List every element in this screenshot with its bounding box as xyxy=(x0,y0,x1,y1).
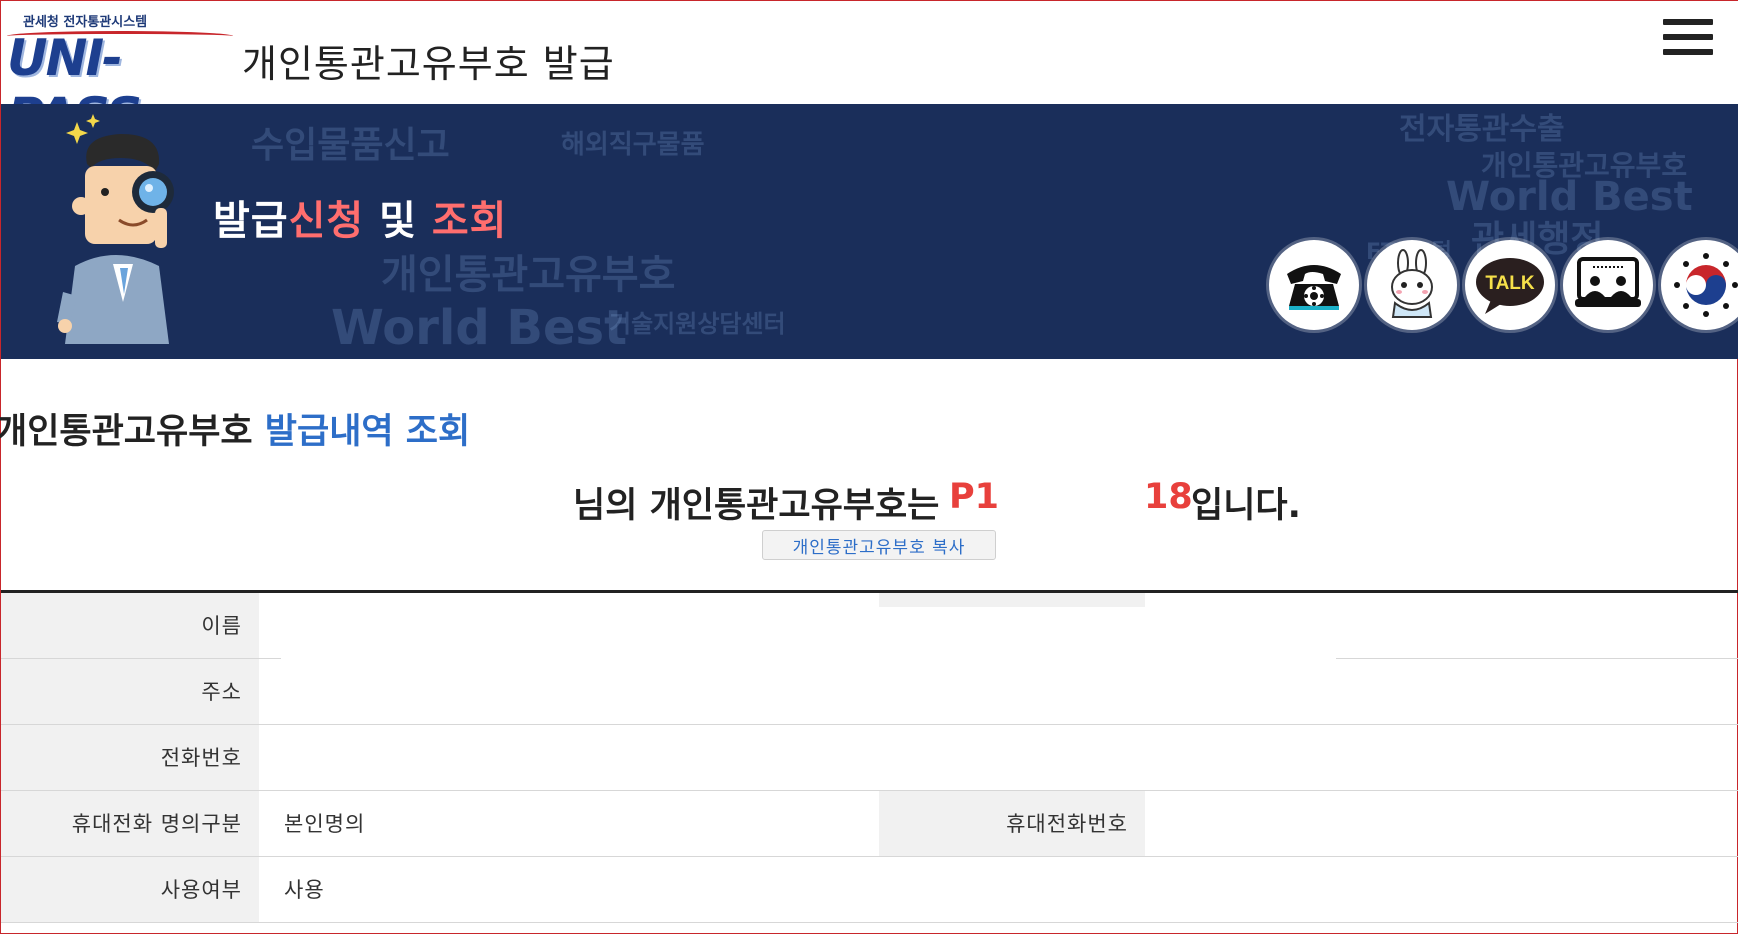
remote-support-button[interactable] xyxy=(1563,240,1653,330)
label-mobile-ownership: 휴대전화 명의구분 xyxy=(1,791,259,856)
remote-support-icon xyxy=(1575,257,1641,307)
menu-bar-bottom xyxy=(1663,49,1713,55)
table-row-mobile-ownership: 휴대전화 명의구분 본인명의 휴대전화번호 xyxy=(1,791,1738,857)
kakaotalk-button[interactable]: TALK xyxy=(1465,240,1555,330)
government-emblem-icon xyxy=(1674,253,1738,317)
banner-title-part2: 신청 xyxy=(288,198,365,244)
kakaotalk-label: TALK xyxy=(1485,273,1535,294)
menu-bar-middle xyxy=(1663,34,1713,40)
chatbot-rabbit-icon xyxy=(1391,249,1433,318)
label-phone: 전화번호 xyxy=(1,725,259,790)
bg-word: 해외직구물품 xyxy=(561,130,705,160)
unipass-logo[interactable]: 관세청 전자통관시스템 UNI-PASS xyxy=(7,9,233,145)
bg-word: 수입물품신고 xyxy=(251,125,450,166)
banner-title-part3: 및 xyxy=(364,198,432,244)
result-line: 님의 개인통관고유부호는 P1 18 입니다. xyxy=(1,477,1738,527)
label-name: 이름 xyxy=(1,593,259,658)
telephone-icon xyxy=(1287,265,1341,310)
customs-code-end: 18 xyxy=(1144,477,1193,517)
kakaotalk-icon: TALK xyxy=(1476,258,1544,314)
customs-code-start: P1 xyxy=(949,477,1000,517)
banner-title-part4: 조회 xyxy=(431,198,508,244)
page-frame: 관세청 전자통관시스템 UNI-PASS 개인통관고유부호 발급 수입물품신고 … xyxy=(0,0,1738,934)
phone-button[interactable] xyxy=(1269,240,1359,330)
hamburger-menu-icon[interactable] xyxy=(1663,19,1713,65)
chatbot-button[interactable] xyxy=(1367,240,1457,330)
banner: 수입물품신고 해외직구물품 개인통관고유부호 World Best 기술지원상담… xyxy=(1,104,1738,359)
government-button[interactable] xyxy=(1661,240,1738,330)
value-mobile-ownership: 본인명의 xyxy=(284,812,366,836)
label-usage: 사용여부 xyxy=(1,857,259,922)
redaction-overlay xyxy=(281,607,1336,719)
section-title-black: 개인통관고유부호 xyxy=(0,412,265,452)
menu-bar-top xyxy=(1663,19,1713,25)
banner-title: 발급신청 및 조회 xyxy=(213,188,507,246)
mascot-illustration xyxy=(57,114,174,344)
header: 관세청 전자통관시스템 UNI-PASS 개인통관고유부호 발급 xyxy=(1,1,1738,145)
bg-word: 개인통관고유부호 xyxy=(381,252,676,298)
banner-title-part1: 발급 xyxy=(213,198,289,244)
copy-customs-code-button[interactable]: 개인통관고유부호 복사 xyxy=(762,530,996,560)
bg-word: 전자통관수출 xyxy=(1399,112,1565,147)
result-suffix: 입니다. xyxy=(1191,486,1301,526)
table-row-usage: 사용여부 사용 xyxy=(1,857,1738,923)
section-title: 개인통관고유부호 발급내역 조회 xyxy=(0,403,470,454)
logo-org-text: 관세청 전자통관시스템 xyxy=(23,15,148,30)
section-title-blue: 발급내역 조회 xyxy=(264,412,471,452)
redaction-overlay xyxy=(259,725,879,787)
value-usage: 사용 xyxy=(284,878,325,902)
bg-word: World Best xyxy=(331,300,628,356)
label-address: 주소 xyxy=(1,659,259,724)
redaction-overlay xyxy=(879,593,1145,607)
label-mobile-number: 휴대전화번호 xyxy=(879,791,1145,856)
page-title: 개인통관고유부호 발급 xyxy=(242,42,615,86)
bg-word: 기술지원상담센터 xyxy=(609,310,786,338)
result-prefix: 님의 개인통관고유부호는 xyxy=(573,486,940,526)
